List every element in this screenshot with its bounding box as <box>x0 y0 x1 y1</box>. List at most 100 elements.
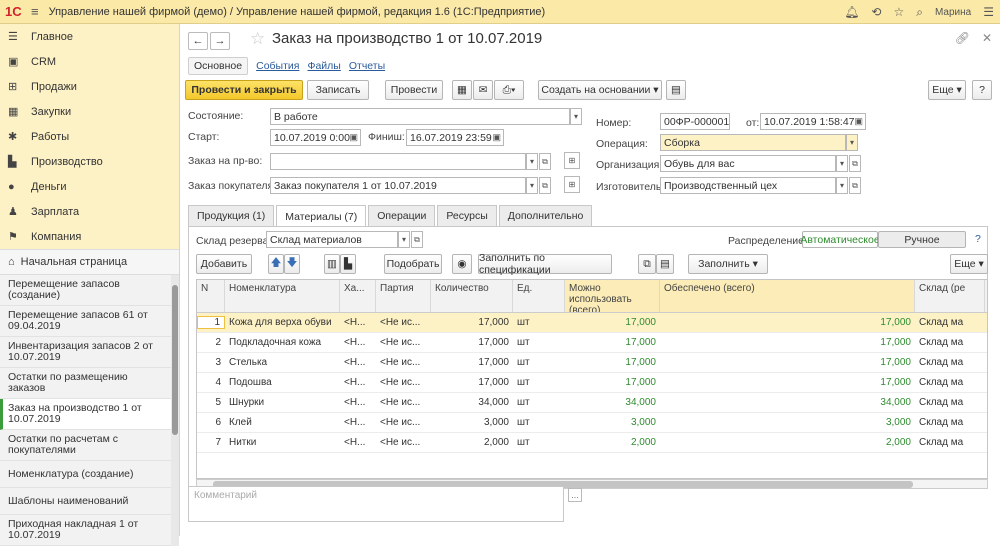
favorite-star-icon[interactable]: ☆ <box>250 29 265 49</box>
column-header[interactable]: N <box>197 280 225 312</box>
table-row[interactable]: 4 Подошва <Н... <Не ис... 17,000 шт 17,000 17,0… <box>197 373 987 393</box>
comment-field[interactable]: Комментарий <box>188 486 564 522</box>
warehouse-open-icon[interactable]: ⧉ <box>411 231 423 248</box>
mail-icon[interactable]: ✉ <box>473 80 493 100</box>
help-button[interactable]: ? <box>972 80 992 100</box>
sidebar-section-3[interactable]: ▦ Закупки <box>0 99 179 124</box>
tab-1[interactable]: Материалы (7) <box>276 205 367 227</box>
status-dropdown-icon[interactable]: ▾ <box>570 108 582 125</box>
sidebar-section-2[interactable]: ⊞ Продажи <box>0 74 179 99</box>
calendar-icon[interactable]: ▣ <box>349 132 358 143</box>
production-order-field[interactable] <box>270 153 526 170</box>
search-icon[interactable]: ⌕ <box>916 5 923 20</box>
print-icon[interactable]: ⎙▾ <box>494 80 524 100</box>
sidebar-section-6[interactable]: ● Деньги <box>0 174 179 199</box>
post-and-close-button[interactable]: Провести и закрыть <box>185 80 303 100</box>
calendar-icon[interactable]: ▣ <box>854 116 863 127</box>
table-row[interactable]: 3 Стелька <Н... <Не ис... 17,000 шт 17,000 17,0… <box>197 353 987 373</box>
warehouse-dropdown-icon[interactable]: ▾ <box>398 231 410 248</box>
barcode-icon[interactable]: ▥ <box>324 254 340 274</box>
table-row[interactable]: 2 Подкладочная кожа <Н... <Не ис... 17,000 шт… <box>197 333 987 353</box>
fill-button[interactable]: Заполнить ▾ <box>688 254 768 274</box>
column-header[interactable]: Ха... <box>340 280 376 312</box>
subtab-events[interactable]: События <box>256 60 299 72</box>
user-name[interactable]: Марина <box>935 7 971 18</box>
sidebar-section-0[interactable]: ☰ Главное <box>0 24 179 49</box>
post-button[interactable]: Провести <box>385 80 443 100</box>
customer-order-dropdown-icon[interactable]: ▾ <box>526 177 538 194</box>
move-up-icon[interactable]: 🡅 <box>268 254 284 274</box>
status-field[interactable]: В работе <box>270 108 570 125</box>
maker-open-icon[interactable]: ⧉ <box>849 177 861 194</box>
copy-icon[interactable]: ⧉ <box>638 254 656 274</box>
back-button[interactable]: ← <box>188 32 208 50</box>
customer-order-structure-icon[interactable]: ⊞ <box>564 176 580 193</box>
distribution-help-link[interactable]: ? <box>975 233 981 245</box>
table-row[interactable]: 6 Клей <Н... <Не ис... 3,000 шт 3,000 3,000 Скла… <box>197 413 987 433</box>
main-menu-icon[interactable]: ≡ <box>31 4 39 19</box>
table-row[interactable]: 5 Шнурки <Н... <Не ис... 34,000 шт 34,000 34,00… <box>197 393 987 413</box>
add-button[interactable]: Добавить <box>196 254 252 274</box>
move-down-icon[interactable]: 🡇 <box>284 254 300 274</box>
favorites-icon[interactable]: ☆ <box>893 5 904 19</box>
open-window-item[interactable]: Остатки по расчетам с покупателями <box>0 430 171 461</box>
column-header[interactable]: Можно использовать (всего) <box>565 280 660 312</box>
operation-dropdown-icon[interactable]: ▾ <box>846 134 858 151</box>
finish-field[interactable]: 16.07.2019 23:59 ▣ <box>406 129 504 146</box>
sidebar-section-1[interactable]: ▣ CRM <box>0 49 179 74</box>
open-window-item[interactable]: Заказ на производство 1 от 10.07.2019 <box>0 399 171 430</box>
tab-4[interactable]: Дополнительно <box>498 205 593 226</box>
subtab-main[interactable]: Основное <box>188 57 249 75</box>
start-field[interactable]: 10.07.2019 0:00 ▣ <box>270 129 361 146</box>
table-row[interactable]: 7 Нитки <Н... <Не ис... 2,000 шт 2,000 2,000 Скл… <box>197 433 987 453</box>
tab-3[interactable]: Ресурсы <box>437 205 497 226</box>
column-header[interactable]: Ед. <box>513 280 565 312</box>
maker-field[interactable]: Производственный цех <box>660 177 836 194</box>
organization-open-icon[interactable]: ⧉ <box>849 155 861 172</box>
settings-menu-icon[interactable]: ☰ <box>983 5 994 19</box>
create-based-on-button[interactable]: Создать на основании ▾ <box>538 80 662 100</box>
organization-dropdown-icon[interactable]: ▾ <box>836 155 848 172</box>
open-window-item[interactable]: Перемещение запасов (создание) <box>0 275 171 306</box>
paste-icon[interactable]: ▤ <box>656 254 674 274</box>
subtab-reports[interactable]: Отчеты <box>349 60 385 72</box>
structure-icon[interactable]: ▦ <box>452 80 472 100</box>
column-header[interactable]: Количество <box>431 280 513 312</box>
sidebar-section-7[interactable]: ♟ Зарплата <box>0 199 179 224</box>
warehouse-field[interactable]: Склад материалов <box>266 231 398 248</box>
sidebar-scrollbar-thumb[interactable] <box>172 285 178 435</box>
import-icon[interactable]: ▙ <box>340 254 356 274</box>
tab-0[interactable]: Продукция (1) <box>188 205 275 226</box>
open-window-item[interactable]: Номенклатура (создание) <box>0 461 171 488</box>
attach-icon[interactable]: ▤ <box>666 80 686 100</box>
close-icon[interactable]: ✕ <box>982 31 992 45</box>
column-header[interactable]: Номенклатура <box>225 280 340 312</box>
column-header[interactable]: Обеспечено (всего) <box>660 280 915 312</box>
open-window-item[interactable]: Остатки по размещению заказов <box>0 368 171 399</box>
table-row[interactable]: 1 Кожа для верха обуви <Н... <Не ис... 17,00… <box>197 313 987 333</box>
sidebar-section-8[interactable]: ⚑ Компания <box>0 224 179 249</box>
open-window-item[interactable]: Приходная накладная 1 от 10.07.2019 <box>0 515 171 546</box>
column-header[interactable]: Партия <box>376 280 431 312</box>
sidebar-section-4[interactable]: ✱ Работы <box>0 124 179 149</box>
fill-by-spec-button[interactable]: Заполнить по спецификации <box>478 252 612 276</box>
order-dropdown-icon[interactable]: ▾ <box>526 153 538 170</box>
open-window-item[interactable]: Шаблоны наименований <box>0 488 171 515</box>
sidebar-section-5[interactable]: ▙ Производство <box>0 149 179 174</box>
distribution-auto-button[interactable]: Автоматическое <box>800 231 880 248</box>
more-button[interactable]: Еще ▾ <box>928 80 966 100</box>
subtab-files[interactable]: Файлы <box>307 60 340 72</box>
home-page-link[interactable]: ⌂ Начальная страница <box>0 249 179 275</box>
open-window-item[interactable]: Перемещение запасов 61 от 09.04.2019 <box>0 306 171 337</box>
tab-2[interactable]: Операции <box>368 205 436 226</box>
pick-button[interactable]: Подобрать <box>384 254 442 274</box>
forward-button[interactable]: → <box>210 32 230 50</box>
save-button[interactable]: Записать <box>307 80 369 100</box>
open-window-item[interactable]: Инвентаризация запасов 2 от 10.07.2019 <box>0 337 171 368</box>
maker-dropdown-icon[interactable]: ▾ <box>836 177 848 194</box>
link-icon[interactable]: 🔗︎ <box>955 31 970 45</box>
order-open-icon[interactable]: ⧉ <box>539 153 551 170</box>
order-structure-icon[interactable]: ⊞ <box>564 152 580 169</box>
organization-field[interactable]: Обувь для вас <box>660 155 836 172</box>
bell-icon[interactable]: 🔔︎ <box>844 5 859 19</box>
